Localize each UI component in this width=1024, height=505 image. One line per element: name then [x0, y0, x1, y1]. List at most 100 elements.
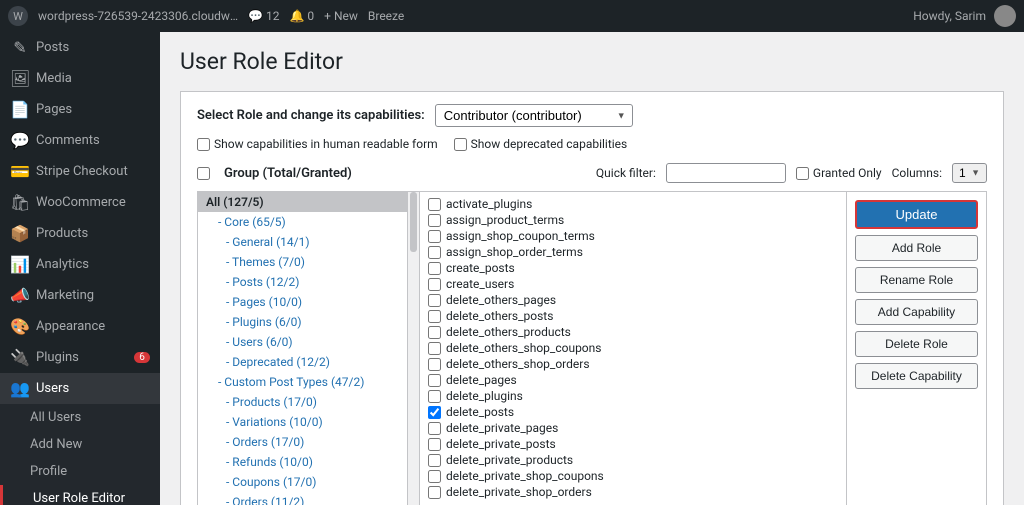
human-readable-checkbox-label[interactable]: Show capabilities in human readable form [197, 137, 438, 151]
cap-label-activate-plugins: activate_plugins [446, 197, 532, 211]
cap-label-delete-others-shop-coupons: delete_others_shop_coupons [446, 341, 601, 355]
delete-role-button[interactable]: Delete Role [855, 331, 978, 357]
deprecated-checkbox[interactable] [454, 138, 467, 151]
sidebar-item-posts[interactable]: ✎ Posts [0, 32, 160, 63]
cap-label-delete-pages: delete_pages [446, 373, 517, 387]
group-all[interactable]: All (127/5) [198, 192, 407, 212]
sidebar-item-products[interactable]: 📦 Products [0, 218, 160, 249]
messages-icon[interactable]: 🔔 0 [289, 9, 314, 23]
group-posts[interactable]: - Posts (12/2) [198, 272, 407, 292]
page-title: User Role Editor [180, 48, 1004, 75]
sidebar-item-woocommerce[interactable]: 🛍 WooCommerce [0, 187, 160, 218]
group-orders[interactable]: - Orders (17/0) [198, 432, 407, 452]
group-refunds[interactable]: - Refunds (10/0) [198, 452, 407, 472]
scrollbar-thumb [410, 192, 417, 252]
cap-cb-delete-private-posts[interactable] [428, 438, 441, 451]
stripe-icon: 💳 [10, 162, 30, 181]
sidebar-item-appearance[interactable]: 🎨 Appearance [0, 311, 160, 342]
cap-cb-delete-pages[interactable] [428, 374, 441, 387]
cap-cb-delete-private-shop-coupons[interactable] [428, 470, 441, 483]
groups-scrollbar[interactable] [408, 192, 420, 505]
group-orders-2[interactable]: - Orders (11/2) [198, 492, 407, 505]
quick-filter-input[interactable] [666, 163, 786, 183]
cap-cb-delete-others-shop-orders[interactable] [428, 358, 441, 371]
sidebar-item-comments[interactable]: 💬 Comments [0, 125, 160, 156]
group-products-cpt[interactable]: - Products (17/0) [198, 392, 407, 412]
sidebar-item-marketing[interactable]: 📣 Marketing [0, 280, 160, 311]
new-button[interactable]: + New [324, 9, 358, 23]
cap-cb-activate-plugins[interactable] [428, 198, 441, 211]
sidebar-label-comments: Comments [36, 133, 100, 148]
filter-checkbox[interactable] [197, 167, 210, 180]
breeze-button[interactable]: Breeze [368, 9, 404, 23]
sidebar-label-media: Media [36, 71, 72, 86]
cap-label-delete-others-pages: delete_others_pages [446, 293, 556, 307]
cap-cb-create-posts[interactable] [428, 262, 441, 275]
sidebar-label-woocommerce: WooCommerce [36, 195, 126, 210]
sidebar-item-add-new[interactable]: Add New [0, 431, 160, 458]
human-readable-checkbox[interactable] [197, 138, 210, 151]
sidebar-label-users: Users [36, 381, 69, 396]
sidebar-item-stripe[interactable]: 💳 Stripe Checkout [0, 156, 160, 187]
add-capability-button[interactable]: Add Capability [855, 299, 978, 325]
products-icon: 📦 [10, 224, 30, 243]
sidebar-item-profile[interactable]: Profile [0, 458, 160, 485]
cap-label-delete-private-products: delete_private_products [446, 453, 573, 467]
cap-cb-delete-others-pages[interactable] [428, 294, 441, 307]
scrollbar-track [408, 192, 419, 505]
site-url[interactable]: wordpress-726539-2423306.cloudwaysapps.c… [38, 9, 238, 23]
cap-assign-product-terms: assign_product_terms [428, 212, 838, 228]
group-custom-post-types[interactable]: - Custom Post Types (47/2) [198, 372, 407, 392]
sidebar-item-users[interactable]: 👥 Users [0, 373, 160, 404]
sidebar-item-user-role-editor[interactable]: User Role Editor [0, 485, 160, 505]
cap-cb-delete-others-shop-coupons[interactable] [428, 342, 441, 355]
update-button[interactable]: Update [855, 200, 978, 229]
avatar[interactable] [994, 5, 1016, 27]
columns-select[interactable]: 1 2 3 [952, 163, 987, 183]
marketing-icon: 📣 [10, 286, 30, 305]
cap-cb-assign-shop-coupon-terms[interactable] [428, 230, 441, 243]
users-icon: 👥 [10, 379, 30, 398]
cap-cb-assign-product-terms[interactable] [428, 214, 441, 227]
sidebar-item-analytics[interactable]: 📊 Analytics [0, 249, 160, 280]
group-coupons[interactable]: - Coupons (17/0) [198, 472, 407, 492]
cap-cb-create-users[interactable] [428, 278, 441, 291]
sidebar-item-plugins[interactable]: 🔌 Plugins 6 [0, 342, 160, 373]
cap-cb-delete-plugins[interactable] [428, 390, 441, 403]
group-general[interactable]: - General (14/1) [198, 232, 407, 252]
group-variations[interactable]: - Variations (10/0) [198, 412, 407, 432]
group-deprecated[interactable]: - Deprecated (12/2) [198, 352, 407, 372]
role-select[interactable]: Contributor (contributor) Administrator … [435, 104, 633, 127]
main-grid: All (127/5) - Core (65/5) - General (14/… [197, 191, 987, 505]
add-role-button[interactable]: Add Role [855, 235, 978, 261]
cap-cb-assign-shop-order-terms[interactable] [428, 246, 441, 259]
cap-cb-delete-private-pages[interactable] [428, 422, 441, 435]
sidebar-label-appearance: Appearance [36, 319, 105, 334]
cap-cb-delete-private-shop-orders[interactable] [428, 486, 441, 499]
group-core[interactable]: - Core (65/5) [198, 212, 407, 232]
cap-cb-delete-others-posts[interactable] [428, 310, 441, 323]
cap-cb-delete-posts[interactable] [428, 406, 441, 419]
cap-cb-delete-private-products[interactable] [428, 454, 441, 467]
cap-label-assign-product-terms: assign_product_terms [446, 213, 564, 227]
group-pages[interactable]: - Pages (10/0) [198, 292, 407, 312]
sidebar-item-pages[interactable]: 📄 Pages [0, 94, 160, 125]
granted-only-checkbox[interactable] [796, 167, 809, 180]
sidebar-item-all-users[interactable]: All Users [0, 404, 160, 431]
cap-cb-delete-others-products[interactable] [428, 326, 441, 339]
rename-role-button[interactable]: Rename Role [855, 267, 978, 293]
group-users[interactable]: - Users (6/0) [198, 332, 407, 352]
comments-icon[interactable]: 💬 12 [248, 9, 279, 23]
delete-capability-button[interactable]: Delete Capability [855, 363, 978, 389]
cap-label-delete-private-shop-orders: delete_private_shop_orders [446, 485, 592, 499]
granted-only-label[interactable]: Granted Only [796, 166, 882, 180]
group-themes[interactable]: - Themes (7/0) [198, 252, 407, 272]
role-select-wrapper: Contributor (contributor) Administrator … [435, 104, 633, 127]
users-submenu: All Users Add New Profile User Role Edit… [0, 404, 160, 505]
sidebar-item-media[interactable]: 🖼 Media [0, 63, 160, 94]
deprecated-checkbox-label[interactable]: Show deprecated capabilities [454, 137, 628, 151]
content-area: User Role Editor Select Role and change … [160, 32, 1024, 505]
role-editor-card: Select Role and change its capabilities:… [180, 91, 1004, 505]
wp-logo[interactable]: W [8, 6, 28, 26]
group-plugins[interactable]: - Plugins (6/0) [198, 312, 407, 332]
